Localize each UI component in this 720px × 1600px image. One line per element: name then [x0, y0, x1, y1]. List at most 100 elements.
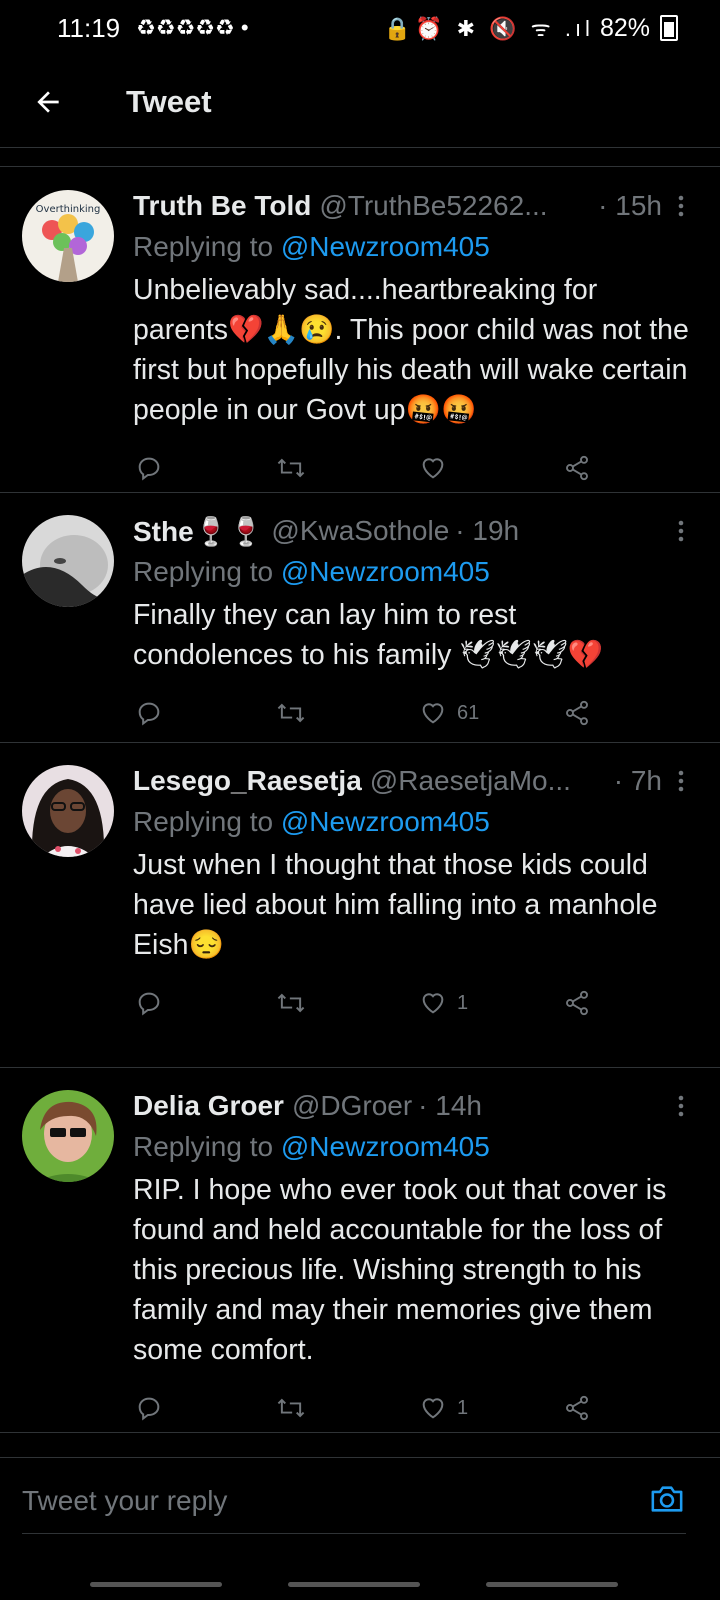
- heart-icon: [422, 703, 444, 724]
- svg-text:Overthinking: Overthinking: [36, 204, 101, 215]
- more-vertical-icon: [678, 1095, 684, 1117]
- tweet-author-handle[interactable]: @DGroer: [292, 1090, 412, 1122]
- tweet-author-name[interactable]: Sthe🍷🍷: [133, 515, 263, 548]
- status-right: 🔒⏰ ✱ 🔇 ᯤ .ıl 82%: [384, 13, 678, 43]
- more-options-button[interactable]: [670, 520, 692, 542]
- reply-button[interactable]: [135, 454, 163, 482]
- status-bar: 11:19 ♻♻♻♻♻ • 🔒⏰ ✱ 🔇 ᯤ .ıl 82%: [0, 0, 720, 56]
- tweet-actions: 1: [133, 985, 692, 1021]
- like-count: 61: [457, 701, 480, 724]
- nav-recents-button[interactable]: [90, 1582, 222, 1587]
- like-button[interactable]: 61: [419, 699, 479, 727]
- arrow-left-icon: [37, 90, 59, 113]
- replying-to-label: Replying to: [133, 231, 274, 262]
- more-options-button[interactable]: [670, 1095, 692, 1117]
- reply-icon: [138, 457, 160, 481]
- battery-icon: [660, 15, 678, 41]
- replying-to: Replying to @Newzroom405: [133, 801, 692, 843]
- replying-to-label: Replying to: [133, 1131, 274, 1162]
- like-button[interactable]: 1: [419, 1394, 468, 1422]
- retweet-icon: [277, 993, 305, 1013]
- replies-feed[interactable]: Overthinking Truth Be Told @TruthBe52262…: [0, 168, 720, 1433]
- page-title: Tweet: [126, 83, 212, 119]
- like-button[interactable]: 1: [419, 989, 468, 1017]
- tweet[interactable]: Overthinking Truth Be Told @TruthBe52262…: [0, 168, 720, 493]
- reply-composer: [0, 1457, 720, 1542]
- system-status-icons: 🔒⏰ ✱ 🔇 ᯤ .ıl: [383, 16, 594, 41]
- share-icon: [566, 990, 588, 1016]
- composer-underline: [22, 1533, 686, 1534]
- retweet-button[interactable]: [275, 989, 307, 1017]
- status-left: 11:19 ♻♻♻♻♻ •: [57, 13, 249, 44]
- retweet-icon: [277, 703, 305, 723]
- more-vertical-icon: [678, 770, 684, 792]
- mention-link[interactable]: @Newzroom405: [281, 231, 490, 262]
- retweet-button[interactable]: [275, 699, 307, 727]
- tweet-author-name[interactable]: Truth Be Told: [133, 190, 311, 222]
- divider: [0, 166, 720, 167]
- system-navigation-bar: [0, 1542, 720, 1600]
- tweet-author-name[interactable]: Delia Groer: [133, 1090, 284, 1122]
- avatar[interactable]: [22, 1090, 114, 1182]
- battery-percent: 82%: [599, 13, 650, 42]
- replying-to: Replying to @Newzroom405: [133, 226, 692, 268]
- replying-to-label: Replying to: [133, 806, 274, 837]
- tweet-actions: 61: [133, 695, 692, 731]
- tweet[interactable]: Delia Groer @DGroer · 14h Replying to @N…: [0, 1068, 720, 1433]
- status-time: 11:19: [57, 12, 121, 43]
- reply-input[interactable]: [20, 1478, 624, 1524]
- heart-icon: [422, 993, 444, 1014]
- share-button[interactable]: [563, 1394, 591, 1422]
- replying-to: Replying to @Newzroom405: [133, 1126, 692, 1168]
- replying-to: Replying to @Newzroom405: [133, 551, 692, 593]
- avatar[interactable]: [22, 765, 114, 857]
- like-count: 1: [457, 1396, 469, 1419]
- reply-button[interactable]: [135, 989, 163, 1017]
- tweet-author-handle[interactable]: @KwaSothole: [271, 515, 449, 547]
- tweet-text: Just when I thought that those kids coul…: [133, 849, 658, 961]
- reply-icon: [138, 992, 160, 1016]
- like-count: 1: [457, 991, 469, 1014]
- mention-link[interactable]: @Newzroom405: [281, 806, 490, 837]
- tweet[interactable]: Lesego_Raesetja @RaesetjaMo... · 7h Repl…: [0, 743, 720, 1068]
- notification-icons: ♻♻♻♻♻ •: [136, 15, 249, 40]
- share-button[interactable]: [563, 989, 591, 1017]
- like-button[interactable]: [419, 454, 457, 482]
- tweet-text: Finally they can lay him to rest condole…: [133, 599, 604, 671]
- tweet-text: Unbelievably sad....heartbreaking for pa…: [133, 274, 689, 426]
- heart-icon: [422, 1398, 444, 1419]
- more-options-button[interactable]: [670, 195, 692, 217]
- share-icon: [566, 455, 588, 481]
- tweet-timestamp: · 19h: [455, 515, 520, 546]
- reply-button[interactable]: [135, 699, 163, 727]
- back-button[interactable]: [16, 70, 80, 134]
- camera-icon: [651, 1486, 683, 1512]
- reply-button[interactable]: [135, 1394, 163, 1422]
- reply-icon: [138, 702, 160, 726]
- avatar[interactable]: Overthinking: [22, 190, 114, 282]
- share-button[interactable]: [563, 454, 591, 482]
- mention-link[interactable]: @Newzroom405: [281, 1131, 490, 1162]
- tweet-author-handle[interactable]: @RaesetjaMo...: [370, 765, 571, 797]
- tweet-timestamp: · 15h: [598, 190, 662, 221]
- tweet-author-name[interactable]: Lesego_Raesetja: [133, 765, 362, 797]
- mention-link[interactable]: @Newzroom405: [281, 556, 490, 587]
- share-button[interactable]: [563, 699, 591, 727]
- retweet-button[interactable]: [275, 1394, 307, 1422]
- tweet-actions: 1: [133, 1390, 692, 1426]
- nav-back-button[interactable]: [486, 1582, 618, 1587]
- heart-icon: [422, 458, 444, 479]
- tweet-author-handle[interactable]: @TruthBe52262...: [319, 190, 547, 222]
- avatar[interactable]: [22, 515, 114, 607]
- tweet[interactable]: Sthe🍷🍷 @KwaSothole · 19h Replying to @Ne…: [0, 493, 720, 743]
- tweet-timestamp: · 14h: [418, 1090, 482, 1121]
- replying-to-label: Replying to: [133, 556, 274, 587]
- more-options-button[interactable]: [670, 770, 692, 792]
- retweet-button[interactable]: [275, 454, 307, 482]
- retweet-icon: [277, 458, 305, 478]
- more-vertical-icon: [678, 520, 684, 542]
- nav-home-button[interactable]: [288, 1582, 420, 1587]
- top-app-bar: Tweet: [0, 56, 720, 148]
- camera-button[interactable]: [648, 1482, 686, 1521]
- share-icon: [566, 700, 588, 726]
